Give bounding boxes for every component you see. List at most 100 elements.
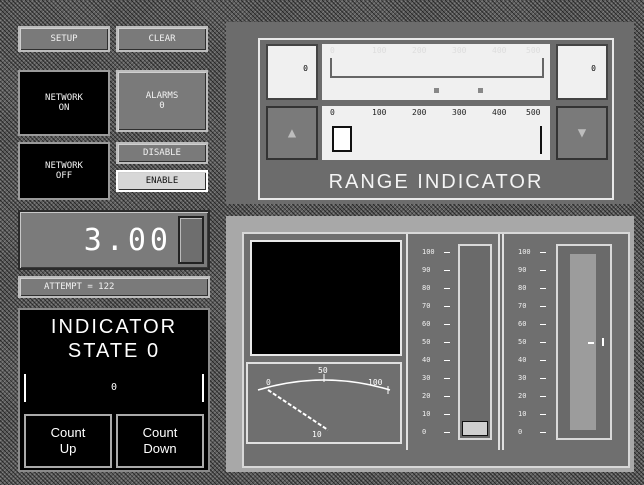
network-off-indicator[interactable]: NETWORK OFF — [18, 142, 110, 200]
indicator-value: 0 — [110, 382, 118, 393]
enable-button[interactable]: ENABLE — [116, 170, 208, 192]
scale-tick-label: 80 — [422, 284, 431, 292]
scale-tick-label: 20 — [422, 392, 431, 400]
bar-meter-2-pointer — [602, 338, 608, 346]
network-on-line1: NETWORK — [45, 93, 83, 103]
range-up-button[interactable]: ▲ — [266, 106, 318, 160]
scale-tick-mark — [540, 252, 546, 253]
meter-panel: 0 50 100 10 100 90 80 70 60 50 40 30 20 10 0 100 90… — [226, 216, 634, 472]
count-down-button[interactable]: Count Down — [116, 414, 204, 468]
scale-tick-mark — [444, 324, 450, 325]
range-right-value: 0 — [591, 64, 596, 73]
scale-tick-mark — [540, 378, 546, 379]
scale-tick-mark — [444, 306, 450, 307]
scale-tick-mark — [444, 270, 450, 271]
disable-button[interactable]: DISABLE — [116, 142, 208, 164]
bar-meter-2: 100 90 80 70 60 50 40 30 20 10 0 — [502, 234, 622, 450]
scale-tick-mark — [444, 360, 450, 361]
top-scale-label-2: 200 — [412, 46, 427, 55]
scale-tick-mark — [540, 288, 546, 289]
scale-tick-label: 0 — [518, 428, 523, 436]
scale-tick-mark — [444, 414, 450, 415]
meter-black-screen — [246, 236, 406, 360]
scale-tick-label: 30 — [422, 374, 431, 382]
scale-tick-mark — [540, 324, 546, 325]
setup-button[interactable]: SETUP — [18, 26, 110, 52]
network-off-line2: OFF — [55, 171, 73, 181]
scale-tick-label: 30 — [518, 374, 527, 382]
display-spinner[interactable] — [178, 216, 204, 264]
bottom-scale-area — [322, 106, 550, 160]
scale-tick-mark — [540, 306, 546, 307]
count-up-button[interactable]: Count Up — [24, 414, 112, 468]
scale-tick-label: 50 — [518, 338, 527, 346]
top-scale-area — [322, 44, 550, 100]
bottom-scale-label-2: 200 — [412, 108, 427, 117]
clear-button[interactable]: CLEAR — [116, 26, 208, 52]
network-on-indicator[interactable]: NETWORK ON — [18, 70, 110, 136]
bottom-scale-label-0: 0 — [330, 108, 335, 117]
range-right-value-box: 0 — [556, 44, 608, 100]
scale-tick-label: 70 — [422, 302, 431, 310]
bottom-scale-label-3: 300 — [452, 108, 467, 117]
scale-tick-label: 10 — [518, 410, 527, 418]
range-down-button[interactable]: ▼ — [556, 106, 608, 160]
count-up-line1: Count — [50, 425, 86, 440]
scale-tick-label: 50 — [422, 338, 431, 346]
scale-tick-label: 100 — [422, 248, 435, 256]
network-on-line2: ON — [58, 103, 70, 113]
clear-button-label: CLEAR — [148, 34, 176, 44]
scale-tick-label: 80 — [518, 284, 527, 292]
attempt-label: ATTEMPT = 122 — [44, 282, 115, 292]
top-scale-marker-2 — [478, 88, 483, 93]
scale-tick-mark — [540, 432, 546, 433]
indicator-title-line1: INDICATOR — [50, 316, 178, 338]
scale-tick-mark — [540, 414, 546, 415]
scale-tick-mark — [444, 378, 450, 379]
scale-tick-label: 60 — [518, 320, 527, 328]
enable-button-label: ENABLE — [145, 176, 179, 186]
scale-tick-mark — [540, 270, 546, 271]
dial-value-label: 10 — [312, 430, 322, 439]
scale-tick-label: 40 — [518, 356, 527, 364]
dial-meter: 0 50 100 10 — [246, 362, 402, 444]
scale-tick-mark — [444, 396, 450, 397]
setup-button-label: SETUP — [50, 34, 78, 44]
bar-meter-1-track — [458, 244, 492, 440]
top-scale-label-0: 0 — [330, 46, 335, 55]
top-scale-label-1: 100 — [372, 46, 387, 55]
dial-label-50: 50 — [318, 366, 328, 375]
bar-meter-2-marker — [588, 342, 594, 344]
alarms-line1: ALARMS — [145, 91, 179, 101]
dial-label-0: 0 — [266, 378, 271, 387]
alarms-indicator[interactable]: ALARMS 0 — [116, 70, 208, 132]
attempt-bar: ATTEMPT = 122 — [18, 276, 210, 298]
bar-meter-1-fill — [462, 421, 488, 436]
top-scale-marker-1 — [434, 88, 439, 93]
bottom-scale-slider[interactable] — [332, 126, 352, 152]
dial-svg — [257, 374, 391, 431]
count-up-line2: Up — [59, 441, 77, 456]
scale-tick-mark — [444, 342, 450, 343]
up-arrow-icon: ▲ — [287, 125, 297, 141]
range-left-value-box: 0 — [266, 44, 318, 100]
dial-needle — [267, 389, 329, 431]
count-down-line2: Down — [143, 441, 177, 456]
bottom-scale-end — [540, 126, 542, 154]
scale-tick-mark — [444, 252, 450, 253]
indicator-title-line2: STATE 0 — [67, 340, 161, 362]
scale-tick-label: 0 — [422, 428, 427, 436]
network-off-line1: NETWORK — [45, 161, 83, 171]
scale-tick-label: 90 — [518, 266, 527, 274]
disable-button-label: DISABLE — [143, 148, 181, 158]
scale-tick-mark — [444, 288, 450, 289]
top-scale-label-3: 300 — [452, 46, 467, 55]
display-value: 3.00 — [83, 222, 172, 258]
scale-tick-label: 100 — [518, 248, 531, 256]
scale-tick-label: 10 — [422, 410, 431, 418]
app-root: { "left_panel": { "top_buttons": ["SETUP… — [0, 0, 644, 485]
alarms-line2: 0 — [159, 101, 165, 111]
range-left-value: 0 — [303, 64, 308, 73]
top-scale-label-5: 500 — [526, 46, 541, 55]
indicator-panel: INDICATOR STATE 0 0 Count Up Count Down — [18, 308, 210, 472]
